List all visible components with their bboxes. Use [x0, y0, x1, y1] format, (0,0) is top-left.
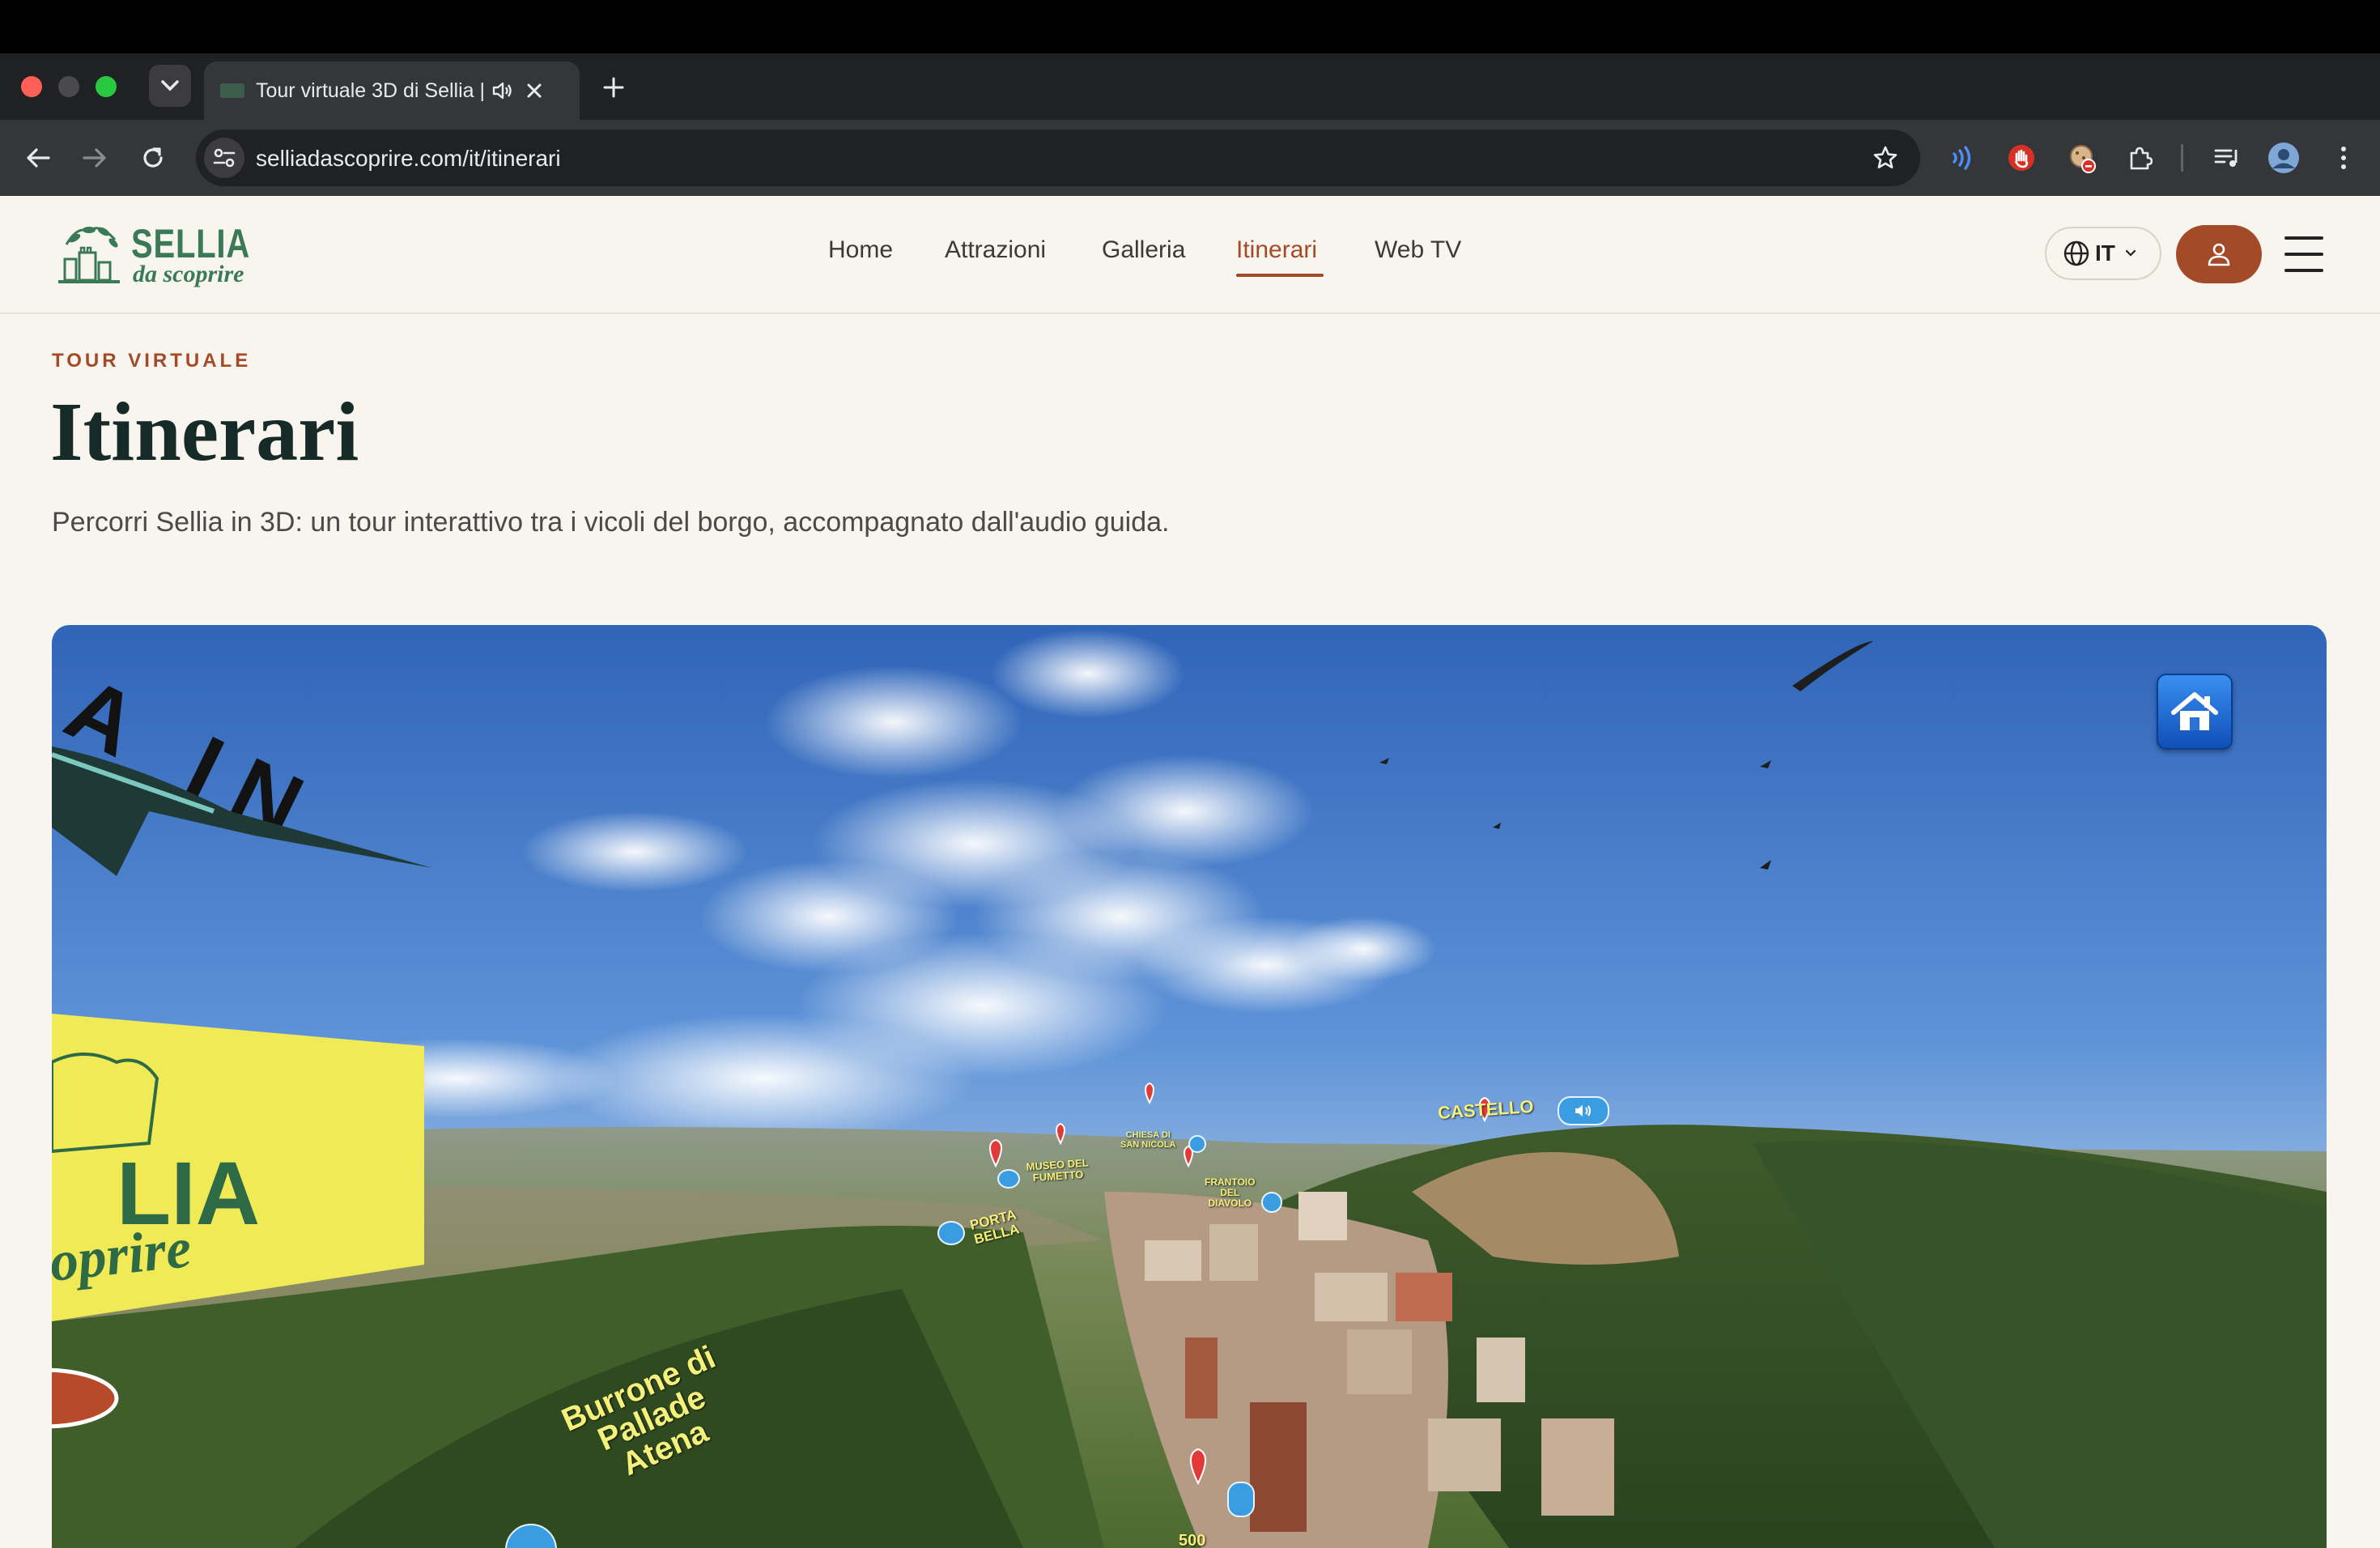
site-header: SELLIA da scoprire Home Attrazioni Galle… — [0, 196, 2380, 314]
poi-bottom-audio-button[interactable] — [1227, 1482, 1255, 1517]
hamburger-menu-button[interactable] — [2284, 236, 2323, 272]
olive-tree-logo-icon — [58, 227, 120, 283]
language-label: IT — [2095, 240, 2115, 266]
poi-chiesa-label[interactable]: CHIESA DI SAN NICOLA — [1120, 1130, 1175, 1150]
close-window-button[interactable] — [21, 76, 42, 97]
extensions-button[interactable] — [2119, 138, 2160, 178]
fullscreen-window-button[interactable] — [96, 76, 117, 97]
extension-cookie-button[interactable] — [2063, 138, 2103, 178]
nav-itinerari[interactable]: Itinerari — [1236, 236, 1317, 264]
user-icon — [2208, 243, 2230, 266]
tour-home-button[interactable] — [2157, 674, 2233, 750]
cookie-icon — [2070, 145, 2096, 173]
poi-museo-audio-button[interactable] — [997, 1169, 1020, 1189]
arrow-left-icon — [27, 148, 50, 168]
page-title: Itinerari — [50, 385, 359, 478]
kebab-menu-icon — [2341, 147, 2346, 169]
profile-avatar-button[interactable] — [2263, 138, 2304, 178]
menu-line — [2284, 269, 2323, 272]
reload-button[interactable] — [133, 138, 173, 178]
globe-icon — [2063, 240, 2089, 266]
poi-chiesa-audio-button[interactable] — [1188, 1135, 1206, 1153]
plus-icon — [603, 77, 624, 98]
menu-line — [2284, 253, 2323, 256]
poi-chiesa-line1: CHIESA DI — [1125, 1130, 1171, 1140]
poi-museo-label[interactable]: MUSEO DEL FUMETTO — [1026, 1156, 1090, 1184]
poi-chiesa-line2: SAN NICOLA — [1120, 1140, 1176, 1150]
browser-toolbar: selliadascoprire.com/it/itinerari — [0, 120, 2380, 196]
music-queue-icon — [2214, 149, 2238, 167]
browser-menu-button[interactable] — [2323, 138, 2364, 178]
nav-attrazioni[interactable]: Attrazioni — [945, 236, 1046, 264]
poi-frantoio-label[interactable]: FRANTOIO DEL DIAVOLO — [1205, 1177, 1255, 1209]
url-text[interactable]: selliadascoprire.com/it/itinerari — [256, 146, 561, 172]
reload-icon — [143, 147, 163, 168]
browser-chrome: Tour virtuale 3D di Sellia | selliadasco… — [0, 0, 2380, 196]
toolbar-separator — [2181, 144, 2183, 172]
new-tab-button[interactable] — [594, 68, 633, 107]
language-selector[interactable]: IT — [2045, 227, 2161, 280]
site-logo[interactable]: SELLIA da scoprire — [50, 220, 253, 290]
avatar-icon — [2268, 142, 2299, 173]
poi-castello-audio-button[interactable] — [1558, 1096, 1609, 1125]
star-icon — [1873, 146, 1898, 168]
forward-button[interactable] — [74, 138, 115, 178]
arrow-right-icon — [83, 148, 106, 168]
menu-line — [2284, 236, 2323, 240]
tab-bar: Tour virtuale 3D di Sellia | — [0, 53, 2380, 120]
extension-adblock-button[interactable] — [2001, 138, 2042, 178]
logo-subtitle: da scoprire — [133, 261, 244, 287]
tune-icon — [213, 148, 236, 168]
sound-waves-icon — [1953, 146, 1971, 170]
section-eyebrow: TOUR VIRTUALE — [52, 350, 252, 372]
nav-galleria[interactable]: Galleria — [1102, 236, 1185, 264]
hand-stop-icon — [2008, 145, 2034, 171]
web-page: SELLIA da scoprire Home Attrazioni Galle… — [0, 196, 2380, 1548]
tour-panorama[interactable]: LIA oprire A IN — [52, 625, 2327, 1548]
favicon-icon — [220, 83, 244, 98]
nav-home[interactable]: Home — [828, 236, 893, 264]
chevron-down-icon — [2125, 249, 2136, 257]
menu-bar-strip — [0, 0, 2380, 53]
poi-frantoio-line3: DIAVOLO — [1208, 1197, 1252, 1209]
extension-audio-button[interactable] — [1943, 138, 1983, 178]
minimize-window-button[interactable] — [58, 76, 79, 97]
nav-web-tv[interactable]: Web TV — [1375, 236, 1461, 264]
speaker-icon — [1575, 1105, 1591, 1116]
poi-porta-audio-button[interactable] — [937, 1221, 965, 1245]
puzzle-icon — [2130, 147, 2153, 170]
poi-frantoio-audio-button[interactable] — [1261, 1192, 1282, 1213]
site-info-button[interactable] — [204, 138, 244, 178]
bookmark-star-button[interactable] — [1867, 139, 1904, 176]
speaker-icon[interactable] — [486, 74, 518, 107]
user-account-button[interactable] — [2176, 225, 2262, 283]
active-nav-indicator — [1236, 274, 1324, 277]
media-control-button[interactable] — [2207, 138, 2247, 178]
browser-tab[interactable]: Tour virtuale 3D di Sellia | — [204, 62, 580, 120]
virtual-tour-viewer[interactable]: LIA oprire A IN CASTELLO CHIESA DI SAN N… — [52, 625, 2327, 1548]
address-bar[interactable]: selliadascoprire.com/it/itinerari — [196, 130, 1920, 186]
close-tab-icon[interactable] — [518, 74, 550, 107]
tab-search-button[interactable] — [149, 65, 191, 107]
tab-title: Tour virtuale 3D di Sellia | — [256, 79, 486, 102]
home-icon — [2171, 692, 2218, 730]
back-button[interactable] — [18, 138, 58, 178]
page-lead: Percorri Sellia in 3D: un tour interatti… — [52, 507, 1170, 538]
poi-bottom-label[interactable]: 500 — [1179, 1532, 1205, 1548]
chevron-down-icon — [161, 80, 179, 91]
